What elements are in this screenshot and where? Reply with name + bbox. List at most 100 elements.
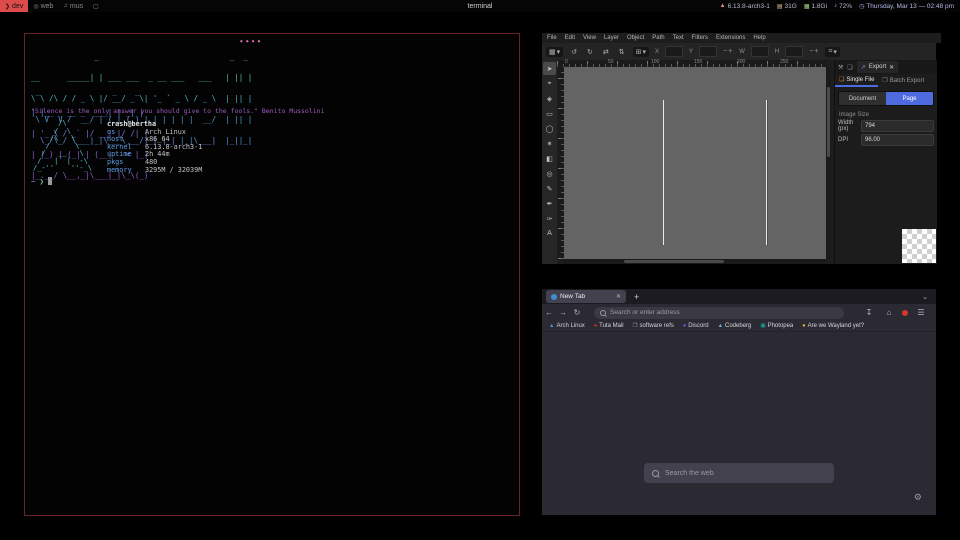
single-file-tab[interactable]: ❏ Single File [835,74,878,87]
flip-vertical-icon[interactable]: ⇅ [617,48,627,56]
menu-path[interactable]: Path [652,35,664,41]
canvas-horizontal-scrollbar[interactable] [564,259,826,264]
flip-horizontal-icon[interactable]: ⇄ [601,48,611,56]
active-tab[interactable]: New Tab ✕ [546,290,626,303]
batch-export-tab[interactable]: ❐ Batch Export [878,74,928,87]
reload-button[interactable]: ↻ [570,308,584,317]
scrollbar-thumb[interactable] [827,87,830,157]
forward-button[interactable]: → [556,308,570,317]
image-size-label: Image Size [839,112,937,118]
tool-calligraphy[interactable]: ✑ [543,212,556,225]
tool-3dbox[interactable]: ◧ [543,152,556,165]
canvas-vertical-scrollbar[interactable] [826,67,831,259]
workspace-4[interactable]: ▢ [88,0,104,12]
search-icon [600,310,606,316]
navbar-right-icons: ↧ ⌂ ☰ [862,308,936,317]
snap-icon: ⌗ [828,48,832,56]
tool-pencil[interactable]: ✎ [543,182,556,195]
export-preview-checkerboard [902,229,936,263]
rotate-ccw-icon[interactable]: ↺ [569,48,579,56]
workspace-web[interactable]: ◎ web [28,0,58,12]
downloads-icon[interactable]: ↧ [862,308,876,317]
bezier-pen-icon: ✒ [547,200,553,208]
export-panel-tab[interactable]: ↗ Export ✕ [857,61,898,73]
volume-module[interactable]: ♪ 72% [834,3,852,10]
selection-mode-dropdown[interactable]: ▦ ▾ [546,47,563,57]
status-bar: ❯ dev ◎ web ♫ mus ▢ terminal ▲ 6.13.8-ar… [0,0,960,12]
personalize-gear-icon[interactable]: ⚙ [914,492,922,503]
height-input[interactable] [785,46,803,57]
x-input[interactable] [665,46,683,57]
y-input[interactable] [699,46,717,57]
width-input[interactable] [751,46,769,57]
tool-shape-builder[interactable]: ◈ [543,92,556,105]
workspace-mus[interactable]: ♫ mus [58,0,88,12]
export-icon: ↗ [861,64,866,71]
new-tab-button[interactable]: + [634,292,639,302]
bookmark-folder-software-refs[interactable]: ❐software refs [633,323,674,329]
web-search-box[interactable]: Search the web [644,463,834,483]
menu-edit[interactable]: Edit [565,35,575,41]
bookmark-tuta-mail[interactable]: ●Tuta Mail [594,323,624,329]
node-editor-icon: ⌖ [548,80,552,88]
tool-spiral[interactable]: ◎ [543,167,556,180]
menu-filters[interactable]: Filters [692,35,708,41]
tool-bezier[interactable]: ✒ [543,197,556,210]
menu-text[interactable]: Text [673,35,684,41]
export-width-input[interactable]: 794 [861,120,934,132]
memory-icon: ▦ [804,3,810,10]
workspace-label: web [41,3,54,10]
tool-node-editor[interactable]: ⌖ [543,77,556,90]
shell-prompt[interactable]: ~❯ [31,177,52,186]
menu-object[interactable]: Object [627,35,644,41]
tool-text[interactable]: A [543,227,556,240]
extension-icon[interactable] [902,310,908,316]
tool-star[interactable]: ✶ [543,137,556,150]
home-icon[interactable]: ⌂ [882,308,896,317]
tool-selector[interactable]: ➤ [543,62,556,75]
inkscape-canvas[interactable] [564,67,826,259]
menu-extensions[interactable]: Extensions [716,35,745,41]
bookmark-discord[interactable]: ●Discord [683,323,709,329]
calligraphy-icon: ✑ [547,215,553,223]
menu-icon[interactable]: ☰ [914,308,928,317]
xy-steppers[interactable]: −+ [723,48,733,55]
menu-file[interactable]: File [547,35,557,41]
tool-ellipse[interactable]: ◯ [543,122,556,135]
close-panel-icon[interactable]: ✕ [889,64,894,71]
export-dpi-input[interactable]: 96.00 [861,134,934,146]
url-bar[interactable]: Search or enter address [594,307,844,319]
kernel-module: ▲ 6.13.8-arch3-1 [720,3,770,10]
vertical-ruler[interactable] [557,67,564,259]
horizontal-ruler[interactable]: 0 50 100 150 200 250 [557,60,826,67]
menu-view[interactable]: View [583,35,596,41]
bookmark-arch-linux[interactable]: ▲Arch Linux [549,323,585,329]
document-button[interactable]: Document [839,92,886,105]
dock-pages-icon[interactable]: ❑ [847,64,852,71]
bookmark-photopea[interactable]: ▣Photopea [760,323,793,329]
workspace-label: dev [12,3,23,10]
close-tab-icon[interactable]: ✕ [616,293,621,300]
bookmark-codeberg[interactable]: ▲Codeberg [718,323,752,329]
rotate-cw-icon[interactable]: ↻ [585,48,595,56]
align-dropdown[interactable]: ⊞ ▾ [633,47,649,57]
list-tabs-icon[interactable]: ⌄ [922,293,928,301]
page-button[interactable]: Page [886,92,933,105]
bookmark-are-we-wayland-yet[interactable]: ●Are we Wayland yet? [802,323,864,329]
wayland-favicon: ● [802,323,805,329]
desktop: ❯ dev ◎ web ♫ mus ▢ terminal ▲ 6.13.8-ar… [0,0,960,540]
scrollbar-thumb[interactable] [624,260,724,263]
wh-steppers[interactable]: −+ [809,48,819,55]
snap-dropdown[interactable]: ⌗ ▾ [825,47,839,57]
back-button[interactable]: ← [542,308,556,317]
dock-tools-icon[interactable]: ⚒ [838,64,843,71]
arch-ascii-logo: /\ / \ /\ \ / \ / __ \ / | | -\ /_-'' ''… [33,120,92,173]
menu-help[interactable]: Help [753,35,765,41]
tool-rectangle[interactable]: ▭ [543,107,556,120]
tab-favicon [551,294,557,300]
h-label: H [775,49,779,55]
terminal-window[interactable]: _ _ _ __ _____| | ___ ___ _ __ ___ ___ |… [24,33,520,516]
page-border-left [663,100,664,245]
menu-layer[interactable]: Layer [604,35,619,41]
workspace-dev[interactable]: ❯ dev [0,0,28,12]
